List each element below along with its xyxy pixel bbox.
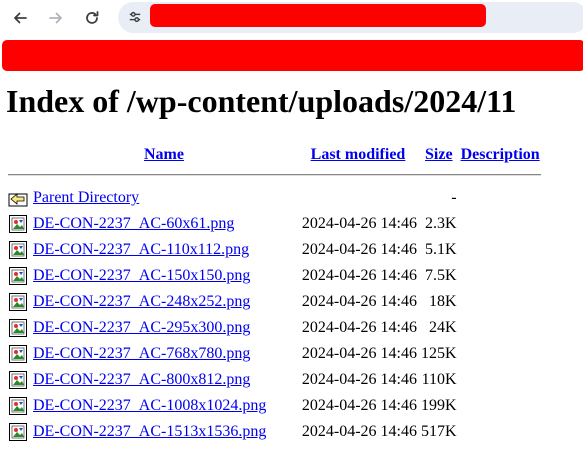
file-link[interactable]: DE-CON-2237_AC-110x112.png <box>33 241 249 258</box>
image-file-icon <box>9 215 27 233</box>
image-file-icon <box>9 371 27 389</box>
file-link[interactable]: DE-CON-2237_AC-800x812.png <box>33 371 250 388</box>
file-description <box>460 315 541 341</box>
directory-listing: Name Last modified Size Description Pare… <box>6 145 543 445</box>
table-row: DE-CON-2237_AC-295x300.png 2024-04-26 14… <box>8 315 541 341</box>
file-size: 125K <box>421 345 457 362</box>
modified-date: 2024-04-26 14:46 <box>301 423 417 440</box>
sort-by-size-link[interactable]: Size <box>425 146 453 163</box>
file-size: 5.1K <box>425 241 457 258</box>
file-link[interactable]: DE-CON-2237_AC-150x150.png <box>33 267 250 284</box>
table-row: DE-CON-2237_AC-800x812.png 2024-04-26 14… <box>8 367 541 393</box>
back-button[interactable] <box>9 7 31 29</box>
tune-icon <box>129 11 141 23</box>
sort-by-name-link[interactable]: Name <box>144 146 184 163</box>
file-link[interactable]: DE-CON-2237_AC-60x61.png <box>33 215 234 232</box>
parent-directory-link[interactable]: Parent Directory <box>33 189 139 206</box>
file-size: 2.3K <box>425 215 457 232</box>
table-row: DE-CON-2237_AC-1513x1536.png 2024-04-26 … <box>8 419 541 445</box>
icon-header <box>8 145 30 165</box>
table-row: DE-CON-2237_AC-60x61.png 2024-04-26 14:4… <box>8 211 541 237</box>
size-header: Size <box>420 145 458 165</box>
arrow-right-icon <box>49 12 62 24</box>
file-link[interactable]: DE-CON-2237_AC-248x252.png <box>33 293 250 310</box>
image-file-icon <box>9 345 27 363</box>
file-link[interactable]: DE-CON-2237_AC-1513x1536.png <box>33 423 266 440</box>
image-file-icon <box>9 267 27 285</box>
table-row: DE-CON-2237_AC-1008x1024.png 2024-04-26 … <box>8 393 541 419</box>
redacted-url[interactable] <box>150 4 486 27</box>
modified-date: 2024-04-26 14:46 <box>301 267 417 284</box>
image-file-icon <box>9 319 27 337</box>
image-file-icon <box>9 397 27 415</box>
parent-directory-row: Parent Directory - <box>8 185 541 211</box>
table-row: DE-CON-2237_AC-110x112.png 2024-04-26 14… <box>8 237 541 263</box>
description-header: Description <box>460 145 541 165</box>
file-size: 110K <box>421 371 457 388</box>
file-size: 199K <box>421 397 457 414</box>
modified-date: 2024-04-26 14:46 <box>301 319 417 336</box>
table-row: DE-CON-2237_AC-768x780.png 2024-04-26 14… <box>8 341 541 367</box>
sort-by-modified-link[interactable]: Last modified <box>311 146 406 163</box>
table-row: DE-CON-2237_AC-150x150.png 2024-04-26 14… <box>8 263 541 289</box>
file-size: 24K <box>429 319 457 336</box>
modified-date: 2024-04-26 14:46 <box>301 241 417 258</box>
file-link[interactable]: DE-CON-2237_AC-768x780.png <box>33 345 250 362</box>
modified-date: 2024-04-26 14:46 <box>301 345 417 362</box>
forward-button[interactable] <box>45 7 67 29</box>
separator-row <box>8 165 541 185</box>
file-description <box>460 367 541 393</box>
file-link[interactable]: DE-CON-2237_AC-1008x1024.png <box>33 397 266 414</box>
file-description <box>460 419 541 445</box>
modified-header: Last modified <box>298 145 418 165</box>
file-description <box>460 393 541 419</box>
image-file-icon <box>9 423 27 441</box>
redacted-banner <box>2 40 583 71</box>
image-file-icon <box>9 241 27 259</box>
site-info-button[interactable] <box>124 7 146 27</box>
file-size: 7.5K <box>425 267 457 284</box>
arrow-left-icon <box>14 12 27 24</box>
page-title: Index of /wp-content/uploads/2024/11 <box>6 83 517 119</box>
file-description <box>460 289 541 315</box>
back-folder-icon <box>8 193 28 207</box>
file-description <box>460 341 541 367</box>
table-row: DE-CON-2237_AC-248x252.png 2024-04-26 14… <box>8 289 541 315</box>
file-description <box>460 211 541 237</box>
file-description <box>460 237 541 263</box>
divider <box>8 174 541 176</box>
image-file-icon <box>9 293 27 311</box>
file-description <box>460 263 541 289</box>
file-size: 517K <box>421 423 457 440</box>
reload-button[interactable] <box>81 7 103 29</box>
file-link[interactable]: DE-CON-2237_AC-295x300.png <box>33 319 250 336</box>
sort-by-description-link[interactable]: Description <box>461 146 540 163</box>
parent-size: - <box>451 189 457 206</box>
browser-toolbar <box>0 0 583 36</box>
modified-date: 2024-04-26 14:46 <box>301 293 417 310</box>
name-header: Name <box>32 145 296 165</box>
modified-date: 2024-04-26 14:46 <box>301 215 417 232</box>
modified-date: 2024-04-26 14:46 <box>301 371 417 388</box>
modified-date: 2024-04-26 14:46 <box>301 397 417 414</box>
reload-icon <box>86 11 99 24</box>
file-size: 18K <box>429 293 457 310</box>
